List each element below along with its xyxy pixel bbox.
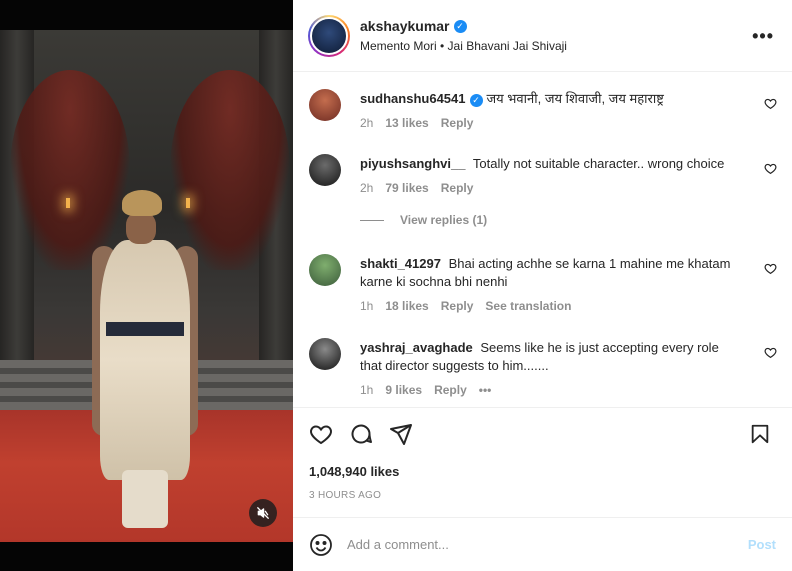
comment-like-heart-icon[interactable] bbox=[764, 346, 777, 359]
verified-badge-icon: ✓ bbox=[469, 93, 483, 107]
view-replies-label: View replies (1) bbox=[400, 213, 488, 227]
comment-likes[interactable]: 9 likes bbox=[385, 383, 422, 397]
video-scene-lamp bbox=[66, 198, 70, 208]
comment-more-options-icon[interactable]: ••• bbox=[479, 383, 492, 397]
comment-text: जय भवानी, जय शिवाजी, जय महाराष्ट्र bbox=[486, 91, 664, 106]
post-audio-subtitle[interactable]: Memento Mori • Jai Bhavani Jai Shivaji bbox=[360, 39, 567, 53]
comment-input[interactable] bbox=[347, 537, 727, 552]
comment-reply-button[interactable]: Reply bbox=[441, 116, 474, 130]
comment-reply-button[interactable]: Reply bbox=[441, 299, 474, 313]
comment-time[interactable]: 1h bbox=[360, 299, 373, 313]
author-avatar[interactable] bbox=[308, 14, 350, 57]
post-comment-button[interactable]: Post bbox=[748, 537, 776, 552]
comments-list: sudhanshu64541 ✓ जय भवानी, जय शिवाजी, जय म… bbox=[293, 73, 792, 407]
comment-item: piyushsanghvi__ Totally not suitable cha… bbox=[309, 154, 777, 195]
comment-reply-button[interactable]: Reply bbox=[441, 181, 474, 195]
comment-likes[interactable]: 18 likes bbox=[385, 299, 428, 313]
comment-avatar[interactable] bbox=[309, 338, 341, 370]
author-username[interactable]: akshaykumar bbox=[360, 18, 450, 34]
comment-like-heart-icon[interactable] bbox=[764, 262, 777, 275]
comment-likes[interactable]: 79 likes bbox=[385, 181, 428, 195]
comment-username[interactable]: sudhanshu64541 bbox=[360, 91, 466, 106]
see-translation-button[interactable]: See translation bbox=[485, 299, 571, 313]
comment-item: shakti_41297 Bhai acting achhe se karna … bbox=[309, 254, 777, 313]
emoji-icon[interactable] bbox=[309, 533, 333, 557]
mute-toggle-button[interactable] bbox=[249, 499, 277, 527]
comment-time[interactable]: 1h bbox=[360, 383, 373, 397]
video-scene-actor bbox=[92, 190, 202, 530]
comment-time[interactable]: 2h bbox=[360, 181, 373, 195]
verified-badge-icon: ✓ bbox=[453, 19, 467, 33]
post-actions: 1,048,940 likes 3 HOURS AGO bbox=[293, 407, 792, 517]
instagram-post-modal: akshaykumar ✓ Memento Mori • Jai Bhavani… bbox=[0, 0, 792, 571]
volume-muted-icon bbox=[257, 507, 269, 519]
post-header: akshaykumar ✓ Memento Mori • Jai Bhavani… bbox=[293, 0, 792, 72]
comment-username[interactable]: piyushsanghvi__ bbox=[360, 156, 465, 171]
comment-avatar[interactable] bbox=[309, 89, 341, 121]
view-replies-divider bbox=[360, 219, 384, 221]
add-comment-bar: Post bbox=[293, 517, 792, 571]
post-media bbox=[0, 0, 293, 571]
view-replies-button[interactable]: View replies (1) bbox=[360, 213, 487, 227]
comment-item: sudhanshu64541 ✓ जय भवानी, जय शिवाजी, जय म… bbox=[309, 89, 777, 130]
share-paper-plane-icon[interactable] bbox=[389, 422, 413, 446]
comment-bubble-icon[interactable] bbox=[349, 422, 373, 446]
post-side-panel: akshaykumar ✓ Memento Mori • Jai Bhavani… bbox=[293, 0, 792, 571]
comment-username[interactable]: yashraj_avaghade bbox=[360, 340, 473, 355]
comment-username[interactable]: shakti_41297 bbox=[360, 256, 441, 271]
comment-likes[interactable]: 13 likes bbox=[385, 116, 428, 130]
more-horizontal-icon[interactable]: ••• bbox=[752, 26, 774, 47]
comment-text: Totally not suitable character.. wrong c… bbox=[472, 156, 725, 171]
comment-avatar[interactable] bbox=[309, 154, 341, 186]
comment-like-heart-icon[interactable] bbox=[764, 162, 777, 175]
save-bookmark-icon[interactable] bbox=[749, 422, 771, 446]
comment-reply-button[interactable]: Reply bbox=[434, 383, 467, 397]
comment-item: yashraj_avaghade Seems like he is just a… bbox=[309, 338, 777, 397]
comment-like-heart-icon[interactable] bbox=[764, 97, 777, 110]
like-heart-icon[interactable] bbox=[309, 422, 333, 446]
comment-avatar[interactable] bbox=[309, 254, 341, 286]
likes-count[interactable]: 1,048,940 likes bbox=[309, 464, 399, 479]
post-video[interactable] bbox=[0, 30, 293, 542]
post-timestamp[interactable]: 3 HOURS AGO bbox=[309, 490, 381, 501]
comment-time[interactable]: 2h bbox=[360, 116, 373, 130]
